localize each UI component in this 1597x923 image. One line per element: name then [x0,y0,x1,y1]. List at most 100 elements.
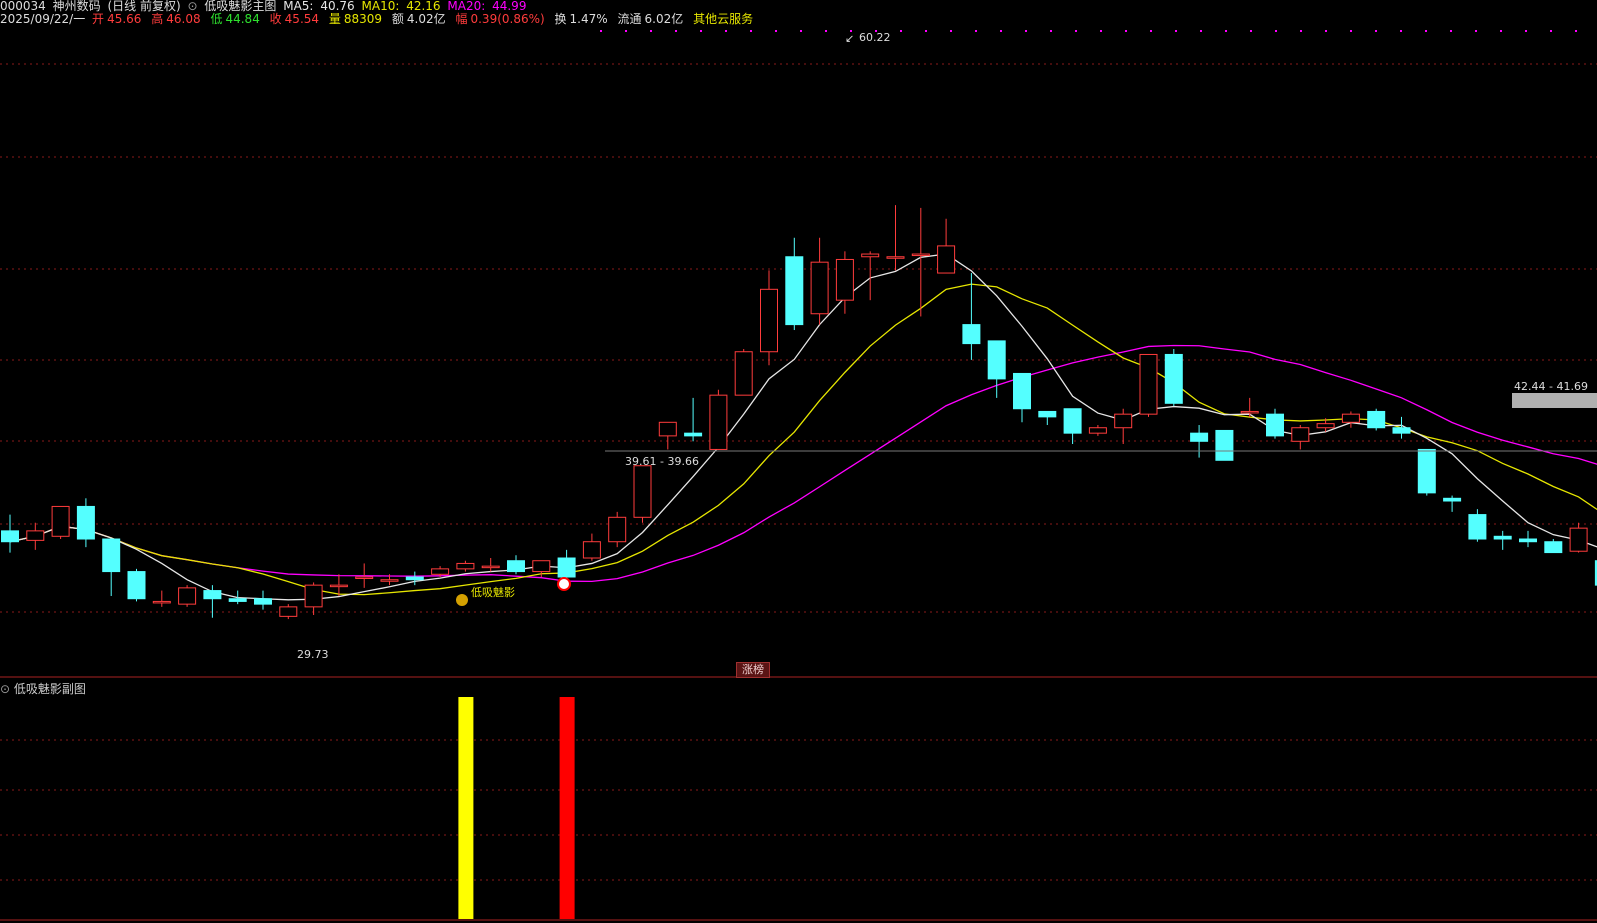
candle [835,258,854,301]
open-item: 开 45.66 [92,12,144,26]
candle [734,351,753,396]
ma5-path [9,253,1597,601]
float-item: 流通 6.02亿 [617,12,686,26]
top-marker-dot [1525,30,1527,32]
volume-item: 量 88309 [329,12,385,26]
ma10-path [9,283,1597,596]
top-marker-dot [1550,30,1552,32]
change-item: 幅 0.39(0.86%) [455,12,547,26]
candle [785,256,804,326]
candle [1038,410,1057,418]
signal-bars [458,697,575,919]
top-marker-dot [800,30,802,32]
candle [684,432,703,437]
top-marker-dot [1450,30,1452,32]
volume-label: 量 [328,12,341,26]
candlesticks [1,205,1597,620]
candle [937,245,956,274]
candle [658,421,677,437]
top-marker-dot [625,30,627,32]
range-mid-label: 39.61 - 39.66 [625,455,699,468]
candle [26,530,45,541]
candle [1063,408,1082,434]
top-marker-dot [1325,30,1327,32]
high-item: 高 46.08 [151,12,203,26]
top-marker-dot [1175,30,1177,32]
candle [507,560,525,573]
candle [1544,541,1563,554]
candle [1215,429,1234,461]
candle [1190,432,1209,442]
amount-item: 额 4.02亿 [392,12,449,26]
candle [127,571,146,600]
top-marker-dot [1350,30,1352,32]
candle [456,562,475,570]
top-marker-dot [1000,30,1002,32]
candle [911,253,930,257]
ma20-line [9,344,1597,582]
candle [178,587,197,605]
candle [254,598,272,605]
candle [1114,413,1133,429]
candle [431,568,450,575]
sub-toggle-icon[interactable]: ⊙ [0,682,10,696]
turnover-item: 换 1.47% [555,12,611,26]
candle [962,324,981,345]
kline-chart[interactable]: ↙ [0,0,1597,923]
low-value: 44.84 [225,12,260,26]
low-label: 低 [210,12,223,26]
candle [1443,497,1462,502]
open-label: 开 [92,12,105,26]
header-line-2: 2025/09/22/一 开 45.66 高 46.08 低 44.84 收 45.54… [0,13,756,26]
candle [709,394,728,450]
top-marker-dot [750,30,752,32]
high-mark-label: 60.22 [859,31,891,44]
candle [810,261,829,315]
top-marker-dot [975,30,977,32]
top-marker-dot [1275,30,1277,32]
candle [582,541,601,559]
candle [1367,410,1386,429]
candle [861,253,880,258]
candle [76,505,95,540]
candle [279,606,298,617]
top-marker-dot [1225,30,1227,32]
top-marker-dot [650,30,652,32]
top-marker-dot [825,30,827,32]
candle [1013,372,1031,410]
date-label: 2025/09/22/一 [0,12,86,26]
sub-indicator-name: 低吸魅影副图 [13,682,86,696]
open-value: 45.66 [107,12,142,26]
service-label[interactable]: 其他云服务 [693,12,753,26]
amount-value: 4.02亿 [406,12,446,26]
rank-tag[interactable]: 涨榜 [736,662,770,678]
top-marker-dot [1025,30,1027,32]
sub-panel-title: ⊙ 低吸魅影副图 [0,680,86,697]
signal-dot-icon [456,594,468,606]
signal-bar [458,697,474,919]
top-marker-dot [925,30,927,32]
volume-value: 88309 [343,12,383,26]
candle [633,465,652,518]
top-marker-dot [1300,30,1302,32]
candle [152,600,171,604]
top-marker-dot [1200,30,1202,32]
ma10-line [9,283,1597,596]
turnover-value: 1.47% [569,12,608,26]
top-marker-dot [1250,30,1252,32]
float-value: 6.02亿 [644,12,684,26]
top-marker-dot [1100,30,1102,32]
top-marker-dot [1575,30,1577,32]
top-marker-dot [675,30,677,32]
top-marker-dot [600,30,602,32]
top-marker-dot [725,30,727,32]
range-highlight [1512,393,1597,408]
top-marker-dot [1425,30,1427,32]
top-marker-dot [1500,30,1502,32]
top-marker-dot [950,30,952,32]
candle [1392,427,1411,434]
high-value: 46.08 [166,12,201,26]
ma5-line [9,253,1597,601]
candle [355,576,374,580]
candle [1569,527,1588,552]
